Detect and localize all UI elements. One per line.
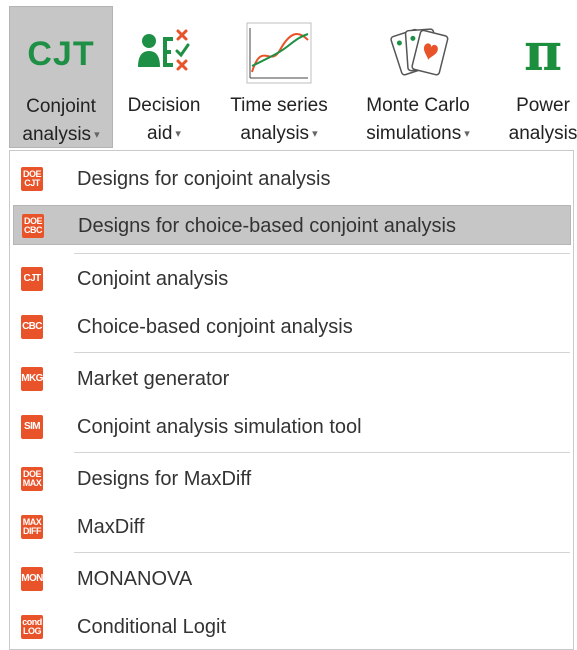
pi-icon: π: [523, 22, 563, 83]
conjoint-analysis-ribbon-button[interactable]: CJT Conjoint analysis ▾: [9, 6, 113, 148]
menu-item-label: MONANOVA: [77, 568, 193, 590]
menu-separator: [74, 552, 570, 553]
menu-item-market-generator[interactable]: MKG Market generator: [13, 359, 571, 399]
doe-max-icon: DOE MAX: [21, 467, 43, 491]
maxdiff-icon: MAX DIFF: [21, 515, 43, 539]
menu-item-label: Market generator: [77, 368, 230, 390]
menu-item-choice-based-conjoint[interactable]: CBC Choice-based conjoint analysis: [13, 307, 571, 347]
menu-item-label: Conditional Logit: [77, 616, 226, 638]
ribbon-button-label: Power analysis: [508, 95, 577, 144]
doe-cbc-icon: DOE CBC: [22, 214, 44, 238]
menu-item-label: Conjoint analysis: [77, 268, 229, 290]
doe-cjt-icon: DOE CJT: [21, 167, 43, 191]
menu-item-label: MaxDiff: [77, 516, 145, 538]
time-series-chart-icon: [215, 14, 343, 92]
ribbon-toolbar: CJT Conjoint analysis ▾ Decision aid ▾ T…: [0, 0, 577, 152]
ribbon-button-label: Decision aid ▾: [127, 95, 201, 144]
mon-icon: MON: [21, 567, 43, 591]
ribbon-button-label: Conjoint analysis ▾: [22, 96, 100, 145]
chevron-down-icon: ▾: [464, 128, 470, 140]
cond-log-icon: cond LOG: [21, 615, 43, 639]
menu-separator: [74, 253, 570, 254]
chevron-down-icon: ▾: [175, 128, 181, 140]
time-series-ribbon-button[interactable]: Time series analysis ▾: [215, 6, 343, 148]
menu-item-conjoint-analysis[interactable]: CJT Conjoint analysis: [13, 259, 571, 299]
ribbon-button-label: Time series analysis ▾: [230, 95, 328, 144]
decision-aid-icon: [115, 14, 213, 92]
menu-item-label: Designs for conjoint analysis: [77, 168, 331, 190]
power-analysis-ribbon-button[interactable]: π Power analysis: [493, 6, 577, 148]
cbc-icon: CBC: [21, 315, 43, 339]
menu-item-simulation-tool[interactable]: SIM Conjoint analysis simulation tool: [13, 407, 571, 447]
menu-separator: [74, 352, 570, 353]
menu-item-designs-conjoint[interactable]: DOE CJT Designs for conjoint analysis: [13, 159, 571, 199]
chevron-down-icon: ▾: [312, 128, 318, 140]
conjoint-analysis-dropdown-menu: DOE CJT Designs for conjoint analysis DOE…: [9, 150, 574, 650]
chevron-down-icon: ▾: [94, 129, 100, 141]
playing-cards-icon: [345, 14, 491, 92]
menu-item-monanova[interactable]: MON MONANOVA: [13, 559, 571, 599]
decision-aid-ribbon-button[interactable]: Decision aid ▾: [115, 6, 213, 148]
menu-item-label: Designs for choice-based conjoint analys…: [78, 215, 456, 237]
menu-separator: [74, 452, 570, 453]
ribbon-button-label: Monte Carlo simulations ▾: [366, 95, 470, 144]
menu-item-label: Choice-based conjoint analysis: [77, 316, 353, 338]
menu-item-maxdiff[interactable]: MAX DIFF MaxDiff: [13, 507, 571, 547]
sim-icon: SIM: [21, 415, 43, 439]
cjt-icon: CJT: [21, 267, 43, 291]
cjt-logo-icon: CJT: [27, 34, 95, 73]
menu-item-label: Conjoint analysis simulation tool: [77, 416, 362, 438]
monte-carlo-ribbon-button[interactable]: Monte Carlo simulations ▾: [345, 6, 491, 148]
menu-item-conditional-logit[interactable]: cond LOG Conditional Logit: [13, 607, 571, 647]
menu-item-designs-choice-based-conjoint[interactable]: DOE CBC Designs for choice-based conjoint…: [13, 205, 571, 245]
menu-item-designs-maxdiff[interactable]: DOE MAX Designs for MaxDiff: [13, 459, 571, 499]
menu-item-label: Designs for MaxDiff: [77, 468, 252, 490]
mkg-icon: MKG: [21, 367, 43, 391]
